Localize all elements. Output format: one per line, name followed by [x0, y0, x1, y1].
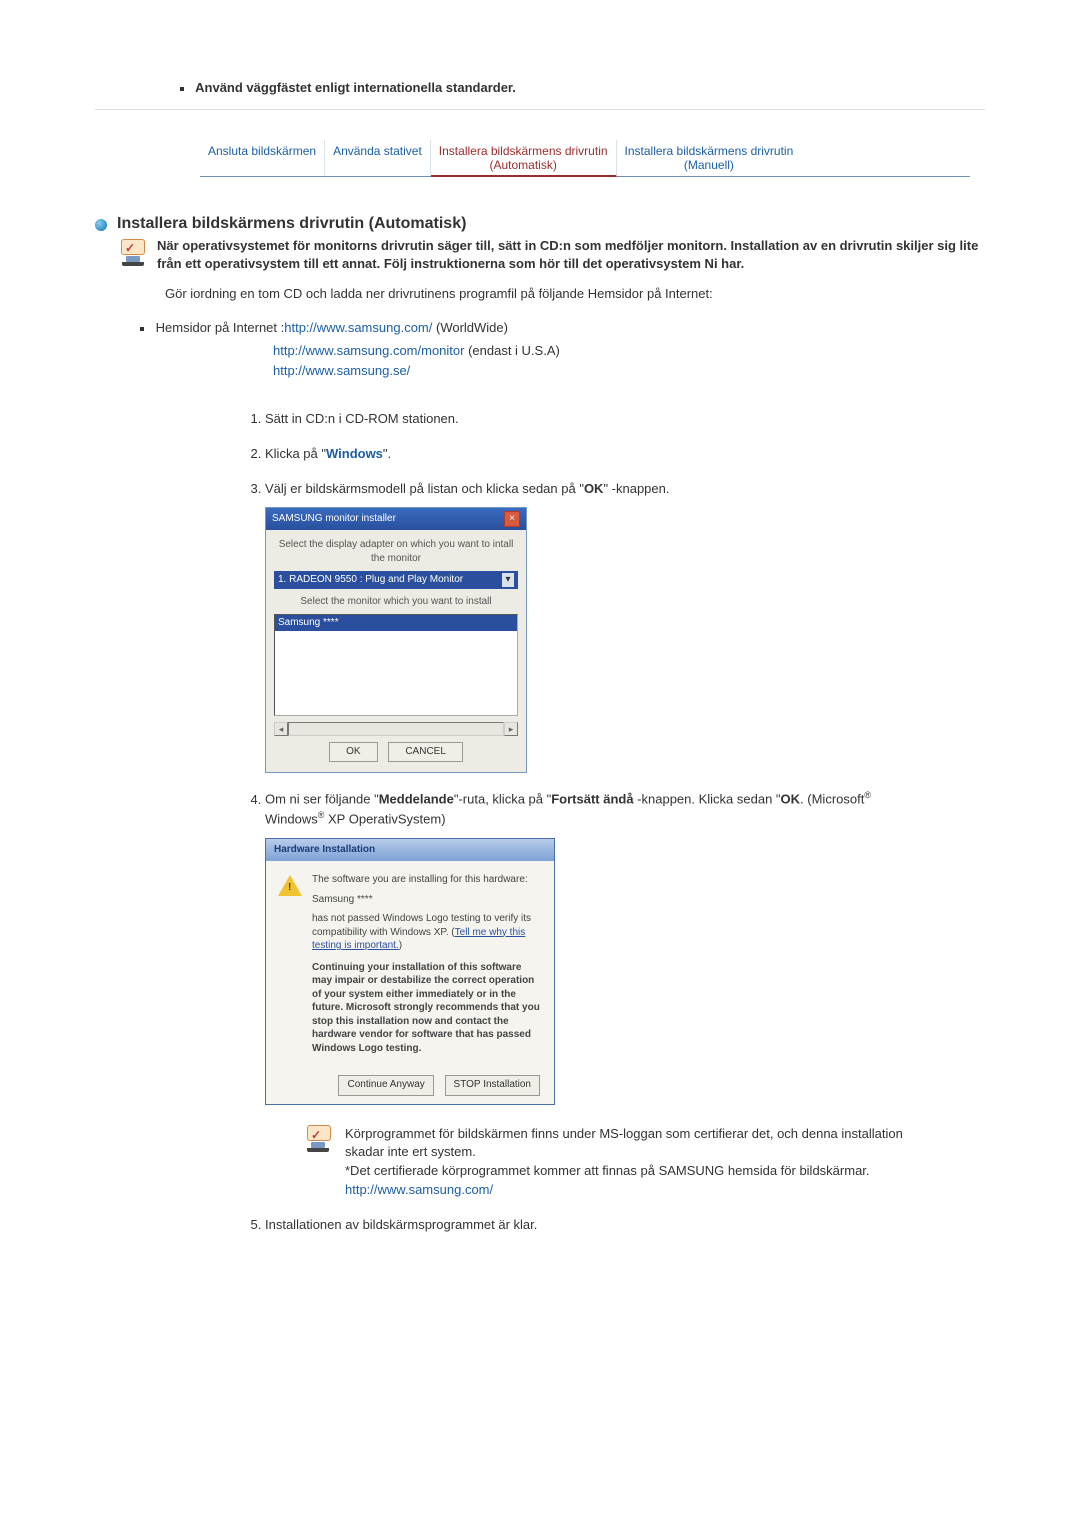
installer-title-text: SAMSUNG monitor installer: [272, 512, 396, 527]
installer-adapter-label: Select the display adapter on which you …: [274, 538, 518, 567]
step-3: Välj er bildskärmsmodell på listan och k…: [265, 480, 905, 773]
continue-anyway-button[interactable]: Continue Anyway: [338, 1075, 433, 1096]
installer-monitor-list[interactable]: Samsung ****: [274, 614, 518, 716]
installer-monitor-label: Select the monitor which you want to ins…: [274, 595, 518, 610]
hwdlg-line1: The software you are installing for this…: [312, 873, 542, 887]
tab-install-driver-auto[interactable]: Installera bildskärmens drivrutin (Autom…: [431, 140, 617, 177]
tab-bar: Ansluta bildskärmen Använda stativet Ins…: [200, 140, 970, 177]
section-bullet-icon: [95, 219, 107, 231]
step-4-a: Om ni ser följande ": [265, 792, 379, 807]
driver-disk-icon: ✓: [305, 1125, 331, 1200]
step-4-d: . (Microsoft: [800, 792, 864, 807]
hardware-install-dialog: Hardware Installation ! The software you…: [265, 838, 555, 1105]
step-3-pre: Välj er bildskärmsmodell på listan och k…: [265, 481, 584, 496]
step-4-b: "-ruta, klicka på ": [454, 792, 551, 807]
installer-titlebar: SAMSUNG monitor installer ×: [266, 508, 526, 530]
link-note: (endast i U.S.A): [464, 343, 559, 358]
homepage-links-line: Hemsidor på Internet :http://www.samsung…: [140, 320, 985, 335]
installer-adapter-combo[interactable]: 1. RADEON 9550 : Plug and Play Monitor ▾: [274, 571, 518, 590]
section-download-para: Gör iordning en tom CD och ladda ner dri…: [165, 285, 985, 304]
step-2-pre: Klicka på ": [265, 446, 326, 461]
link-samsung-monitor-us[interactable]: http://www.samsung.com/monitor: [273, 343, 464, 358]
step-4-fortsatt: Fortsätt ändå: [551, 792, 633, 807]
step-4-meddelande: Meddelande: [379, 792, 454, 807]
tab-label-line1: Installera bildskärmens drivrutin: [625, 144, 794, 158]
hwdlg-bold: Continuing your installation of this sof…: [312, 962, 540, 1054]
hwdlg-title: Hardware Installation: [266, 839, 554, 862]
installer-dialog: SAMSUNG monitor installer × Select the d…: [265, 507, 527, 774]
top-standard-text: Använd väggfästet enligt internationella…: [195, 80, 516, 95]
stop-installation-button[interactable]: STOP Installation: [445, 1075, 540, 1096]
tab-label: Ansluta bildskärmen: [208, 144, 316, 158]
link-samsung-worldwide[interactable]: http://www.samsung.com/: [284, 320, 432, 335]
bullet-dot-icon: [140, 327, 144, 331]
installer-ok-button[interactable]: OK: [329, 742, 377, 763]
bullet-dot-icon: [180, 87, 184, 91]
step-5: Installationen av bildskärmsprogrammet ä…: [265, 1216, 905, 1235]
hwdlg-line3b: ): [399, 940, 402, 951]
tab-label-line2: (Manuell): [625, 158, 794, 172]
note-line1: Körprogrammet för bildskärmen finns unde…: [345, 1126, 903, 1160]
step-4: Om ni ser följande "Meddelande"-ruta, kl…: [265, 789, 905, 1200]
step-3-ok: OK: [584, 481, 604, 496]
tab-connect-monitor[interactable]: Ansluta bildskärmen: [200, 140, 325, 176]
top-standard-note: Använd väggfästet enligt internationella…: [95, 80, 985, 95]
scroll-left-icon[interactable]: ◂: [274, 722, 288, 736]
section-intro-bold: När operativsystemet för monitorns drivr…: [141, 237, 985, 273]
links-lead: Hemsidor på Internet :: [156, 320, 285, 335]
step-2-windows: Windows: [326, 446, 383, 461]
scroll-track[interactable]: [288, 722, 504, 736]
registered-icon: ®: [864, 790, 871, 800]
step-4-ok: OK: [781, 792, 801, 807]
step-2-post: ".: [383, 446, 391, 461]
chevron-down-icon[interactable]: ▾: [502, 573, 514, 588]
warning-icon: !: [278, 873, 302, 897]
driver-disk-icon: ✓: [119, 239, 147, 266]
tab-install-driver-manual[interactable]: Installera bildskärmens drivrutin (Manue…: [617, 140, 802, 176]
step-1: Sätt in CD:n i CD-ROM stationen.: [265, 410, 905, 429]
tab-use-stand[interactable]: Använda stativet: [325, 140, 431, 176]
installer-cancel-button[interactable]: CANCEL: [388, 742, 463, 763]
hwdlg-text: The software you are installing for this…: [312, 873, 542, 1055]
installer-adapter-value: 1. RADEON 9550 : Plug and Play Monitor: [278, 573, 463, 588]
install-steps: Sätt in CD:n i CD-ROM stationen. Klicka …: [265, 410, 985, 1235]
certification-note: ✓ Körprogrammet för bildskärmen finns un…: [305, 1125, 905, 1200]
section-title: Installera bildskärmens drivrutin (Autom…: [117, 215, 985, 233]
tab-label-line1: Installera bildskärmens drivrutin: [439, 144, 608, 158]
note-samsung-link[interactable]: http://www.samsung.com/: [345, 1182, 493, 1197]
note-line2: *Det certifierade körprogrammet kommer a…: [345, 1163, 870, 1178]
step-2: Klicka på "Windows".: [265, 445, 905, 464]
link-samsung-se[interactable]: http://www.samsung.se/: [273, 363, 410, 378]
link-note: (WorldWide): [432, 320, 508, 335]
close-icon[interactable]: ×: [504, 511, 520, 527]
scroll-right-icon[interactable]: ▸: [504, 722, 518, 736]
step-4-c: -knappen. Klicka sedan ": [634, 792, 781, 807]
tab-label: Använda stativet: [333, 144, 422, 158]
step-3-post: " -knappen.: [603, 481, 669, 496]
step-4-win: Windows: [265, 812, 318, 827]
list-scrollbar[interactable]: ◂ ▸: [274, 722, 518, 736]
tab-label-line2: (Automatisk): [439, 158, 608, 172]
step-4-xp: XP OperativSystem): [324, 812, 445, 827]
installer-monitor-item[interactable]: Samsung ****: [275, 615, 517, 632]
separator: [95, 109, 985, 110]
hwdlg-line2: Samsung ****: [312, 893, 542, 907]
